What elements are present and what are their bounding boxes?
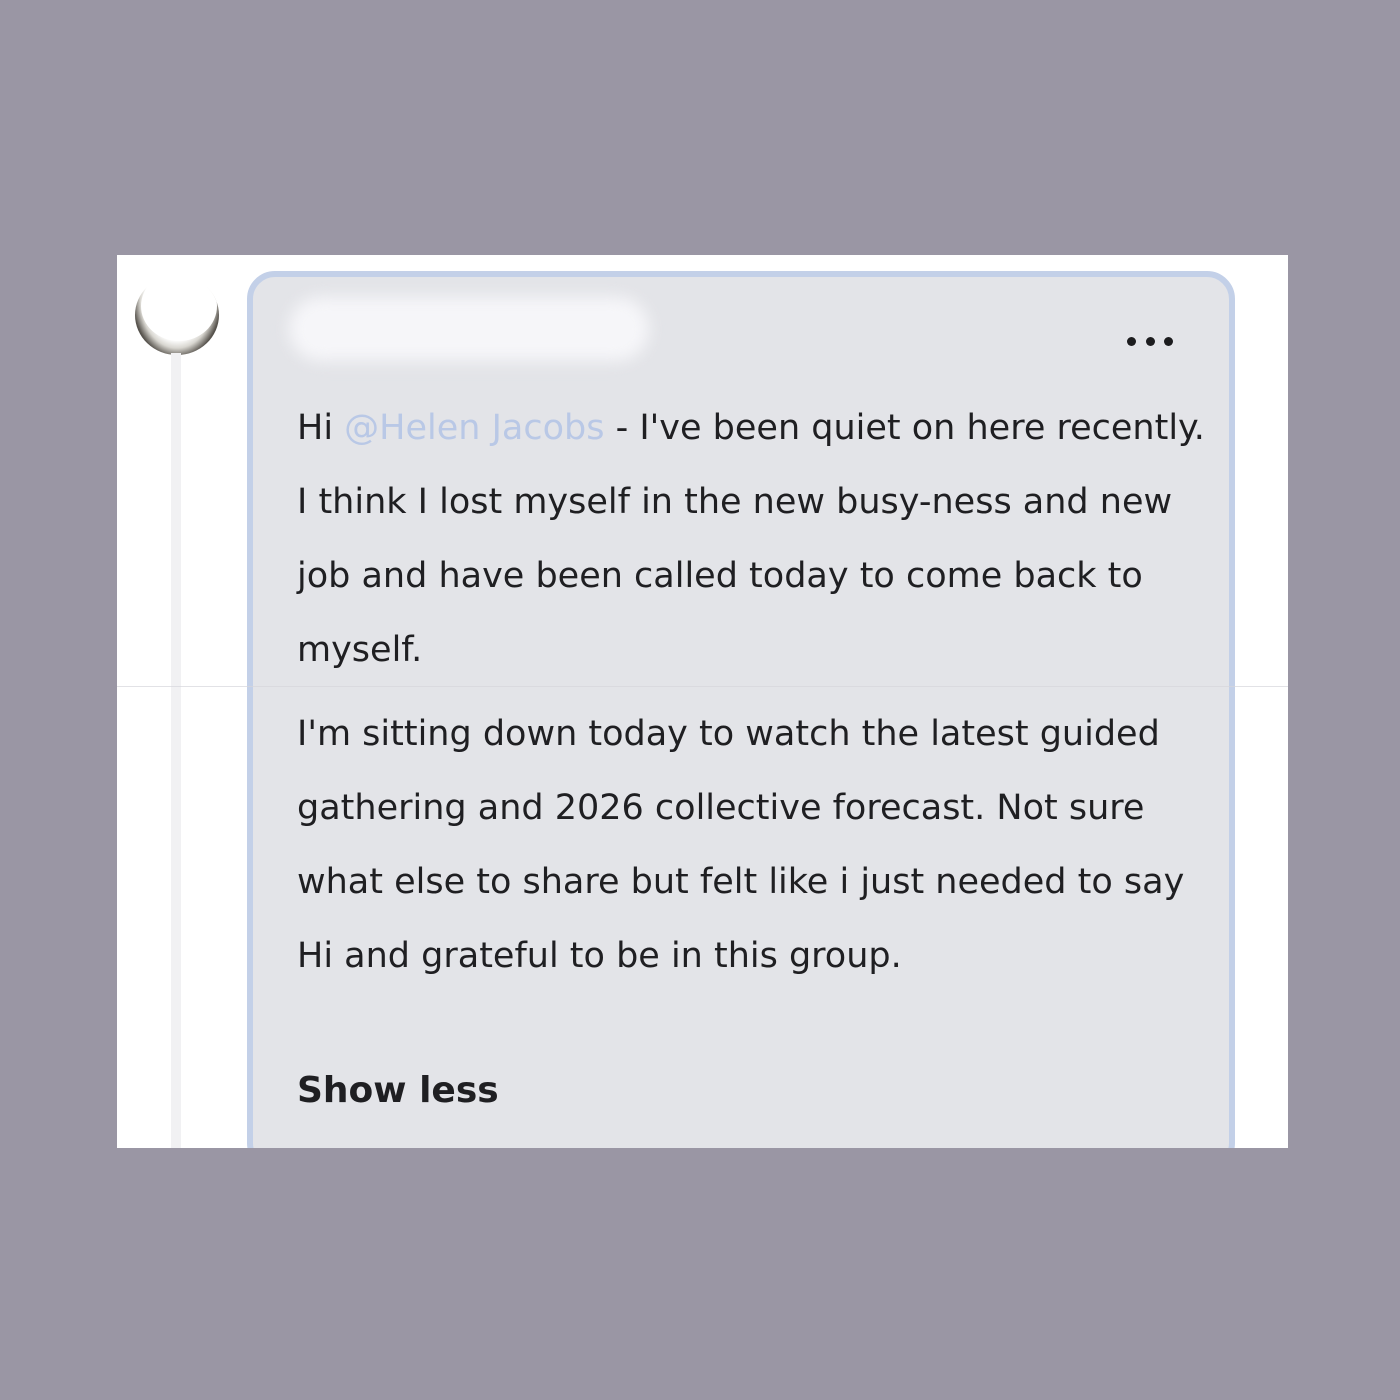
author-name-redacted [289, 297, 649, 361]
more-dot [1164, 336, 1173, 346]
more-dot [1145, 336, 1155, 346]
comment-paragraph-2: I'm sitting down today to watch the late… [297, 714, 1185, 976]
image-seam-divider [117, 686, 1288, 687]
moon-avatar-icon [141, 275, 217, 341]
comment-body: Hi @Helen Jacobs - I've been quiet on he… [297, 391, 1217, 993]
more-options-icon[interactable] [1127, 329, 1173, 353]
show-less-button[interactable]: Show less [297, 1070, 499, 1111]
comment-thread-card: Hi @Helen Jacobs - I've been quiet on he… [117, 255, 1288, 1148]
more-dot [1127, 336, 1136, 346]
comment-paragraph-1: Hi @Helen Jacobs - I've been quiet on he… [297, 391, 1217, 687]
thread-line [171, 353, 181, 1148]
greeting-text: Hi [297, 408, 345, 448]
avatar[interactable] [135, 275, 219, 355]
mention-link[interactable]: @Helen Jacobs [344, 408, 604, 448]
comment-bubble: Hi @Helen Jacobs - I've been quiet on he… [247, 271, 1235, 1148]
